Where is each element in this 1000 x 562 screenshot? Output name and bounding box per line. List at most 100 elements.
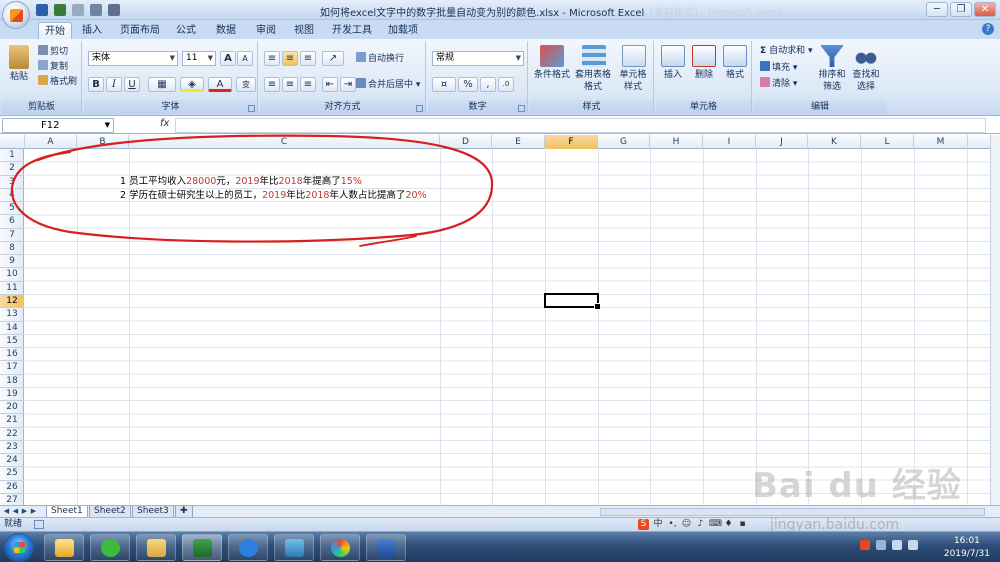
redo-icon[interactable] [72, 4, 84, 16]
formula-input[interactable] [175, 118, 986, 133]
tab-home[interactable]: 开始 [38, 22, 72, 39]
format-painter-button[interactable]: 格式刷 [38, 75, 77, 89]
percent-button[interactable]: % [458, 77, 478, 92]
increase-decimal-icon[interactable]: .0 [498, 77, 514, 92]
column-header[interactable]: I [703, 135, 756, 149]
align-top-icon[interactable]: ≡ [264, 51, 280, 66]
column-header[interactable]: K [808, 135, 861, 149]
taskbar-app-explorer[interactable] [136, 534, 176, 561]
copy-button[interactable]: 复制 [38, 60, 68, 74]
row-header[interactable]: 10 [0, 268, 24, 282]
row-header[interactable]: 6 [0, 215, 24, 229]
punctuation-icon[interactable]: •, [667, 519, 678, 530]
bold-button[interactable]: B [88, 77, 104, 92]
taskbar-app-word[interactable] [366, 534, 406, 561]
macro-record-icon[interactable] [34, 520, 44, 529]
network-icon[interactable] [892, 540, 902, 550]
shrink-font-button[interactable]: A [237, 51, 253, 66]
format-cells-button[interactable]: 格式 [720, 45, 750, 81]
column-header[interactable]: D [440, 135, 492, 149]
row-header[interactable]: 11 [0, 282, 24, 295]
tab-insert[interactable]: 插入 [76, 22, 108, 39]
taskbar-app-paint[interactable] [320, 534, 360, 561]
row-header[interactable]: 8 [0, 242, 24, 256]
undo-icon[interactable] [54, 4, 66, 16]
toolbox-icon[interactable]: ▪ [737, 519, 748, 530]
insert-cells-button[interactable]: 插入 [658, 45, 688, 81]
format-table-button[interactable]: 套用表格格式 [574, 45, 614, 93]
tab-view[interactable]: 视图 [288, 22, 320, 39]
dialog-launcher-icon[interactable] [518, 105, 525, 112]
wrap-text-button[interactable]: 自动换行 [356, 52, 404, 66]
horizontal-scrollbar[interactable] [600, 508, 985, 516]
align-left-icon[interactable]: ≡ [264, 77, 280, 92]
close-button[interactable]: ✕ [974, 2, 996, 17]
phonetic-button[interactable]: 变 [236, 77, 256, 92]
row-header[interactable]: 16 [0, 348, 24, 362]
tab-page-layout[interactable]: 页面布局 [114, 22, 166, 39]
row-header[interactable]: 26 [0, 481, 24, 495]
select-all-corner[interactable] [0, 135, 25, 149]
taskbar-app-excel[interactable] [182, 534, 222, 561]
start-button[interactable] [4, 533, 34, 562]
tab-addins[interactable]: 加载项 [382, 22, 424, 39]
tab-formulas[interactable]: 公式 [170, 22, 202, 39]
volume-icon[interactable] [908, 540, 918, 550]
row-header[interactable]: 14 [0, 322, 24, 335]
find-select-button[interactable]: 查找和选择 [850, 45, 882, 93]
column-header[interactable]: J [756, 135, 808, 149]
row-header-selected[interactable]: 12 [0, 294, 24, 309]
fill-color-button[interactable]: ◈ [180, 77, 204, 92]
align-middle-icon[interactable]: ≡ [282, 51, 298, 66]
last-sheet-icon[interactable]: ▶ [29, 506, 38, 517]
grow-font-button[interactable]: A [220, 51, 236, 66]
increase-indent-icon[interactable]: ⇥ [340, 77, 356, 92]
vertical-scrollbar[interactable] [990, 135, 1000, 505]
column-header[interactable]: B [77, 135, 129, 149]
sogou-tray-icon[interactable] [860, 540, 870, 550]
row-header[interactable]: 19 [0, 388, 24, 402]
row-header[interactable]: 20 [0, 401, 24, 415]
taskbar-app-qq[interactable] [44, 534, 84, 561]
comma-button[interactable]: , [480, 77, 496, 92]
row-header[interactable]: 24 [0, 454, 24, 468]
ime-mode[interactable]: 中 [652, 519, 664, 530]
column-header-selected[interactable]: F [545, 135, 598, 149]
row-header[interactable]: 2 [0, 162, 24, 176]
underline-button[interactable]: U [124, 77, 140, 92]
help-icon[interactable]: ? [982, 23, 994, 35]
name-box[interactable]: F12 ▼ [2, 118, 114, 133]
emoji-icon[interactable]: ☺ [681, 519, 692, 530]
delete-cells-button[interactable]: 删除 [689, 45, 719, 81]
column-header[interactable]: M [914, 135, 968, 149]
row-header[interactable]: 25 [0, 467, 24, 481]
column-header[interactable]: A [25, 135, 77, 149]
column-header[interactable]: L [861, 135, 914, 149]
autosum-button[interactable]: Σ 自动求和 ▾ [760, 45, 813, 58]
save-icon[interactable] [36, 4, 48, 16]
tab-developer[interactable]: 开发工具 [326, 22, 378, 39]
align-right-icon[interactable]: ≡ [300, 77, 316, 92]
cell-c4[interactable]: 2 学历在硕士研究生以上的员工，2019年比2018年人数占比提高了20% [120, 190, 427, 202]
sort-filter-button[interactable]: 排序和筛选 [816, 45, 848, 93]
row-header[interactable]: 4 [0, 189, 24, 203]
next-sheet-icon[interactable]: ▶ [20, 506, 29, 517]
voice-icon[interactable]: ♪ [695, 519, 706, 530]
column-header[interactable]: H [650, 135, 703, 149]
row-header[interactable]: 3 [0, 176, 24, 189]
taskbar-app-notes[interactable] [274, 534, 314, 561]
taskbar-app-wechat[interactable] [90, 534, 130, 561]
tray-expand-icon[interactable] [876, 540, 886, 550]
cell-grid[interactable]: 1 员工平均收入28000元，2019年比2018年提高了15% 2 学历在硕士… [25, 149, 990, 505]
orientation-icon[interactable]: ↗ [322, 51, 344, 66]
restore-button[interactable]: ❐ [950, 2, 972, 17]
minimize-button[interactable]: ─ [926, 2, 948, 17]
row-header[interactable]: 15 [0, 335, 24, 349]
cell-c3[interactable]: 1 员工平均收入28000元，2019年比2018年提高了15% [120, 176, 362, 188]
dialog-launcher-icon[interactable] [416, 105, 423, 112]
row-header[interactable]: 23 [0, 441, 24, 455]
clear-button[interactable]: 清除 ▾ [760, 77, 797, 91]
merge-center-button[interactable]: 合并后居中 ▾ [356, 78, 420, 92]
column-header[interactable]: G [598, 135, 650, 149]
insert-function-icon[interactable]: fx [160, 118, 169, 129]
